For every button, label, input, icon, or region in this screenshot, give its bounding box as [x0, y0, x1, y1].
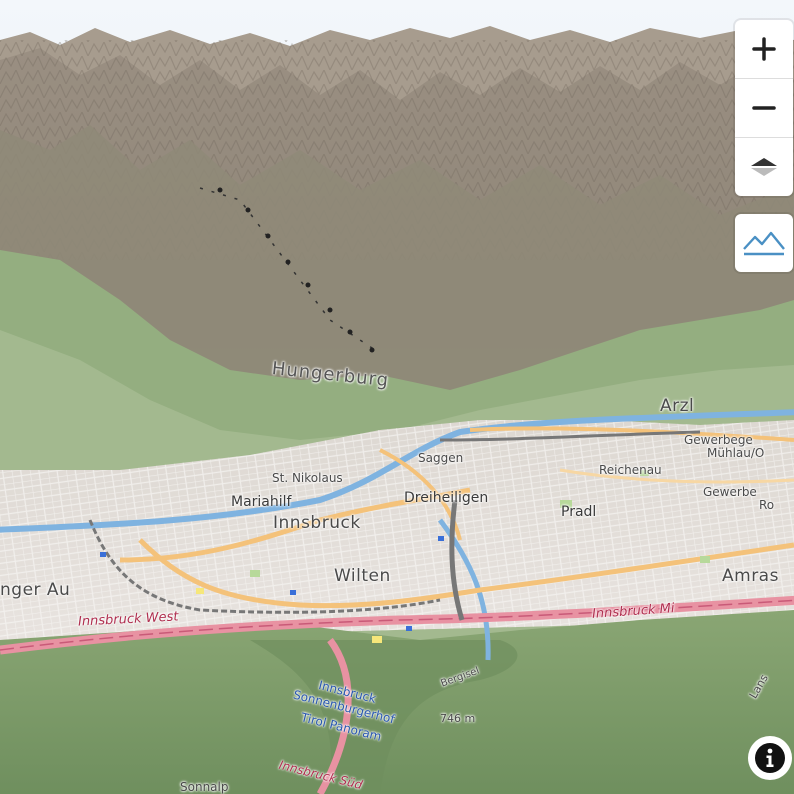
navigation-control [735, 20, 793, 196]
compass-icon [751, 158, 777, 176]
terrain-toggle-button[interactable] [735, 214, 793, 272]
zoom-out-button[interactable] [735, 79, 793, 138]
info-icon [755, 743, 785, 773]
mountain-terrain-icon [743, 231, 785, 256]
reset-bearing-button[interactable] [735, 138, 793, 196]
minus-icon [752, 106, 776, 110]
terrain-control [735, 214, 793, 272]
attribution-button[interactable] [748, 736, 792, 780]
plus-icon [752, 37, 776, 61]
map-canvas[interactable]: Hungerburg Arzl Gewerbege Mühlau/O Sagge… [0, 0, 794, 794]
terrain-render [0, 0, 794, 794]
zoom-in-button[interactable] [735, 20, 793, 79]
